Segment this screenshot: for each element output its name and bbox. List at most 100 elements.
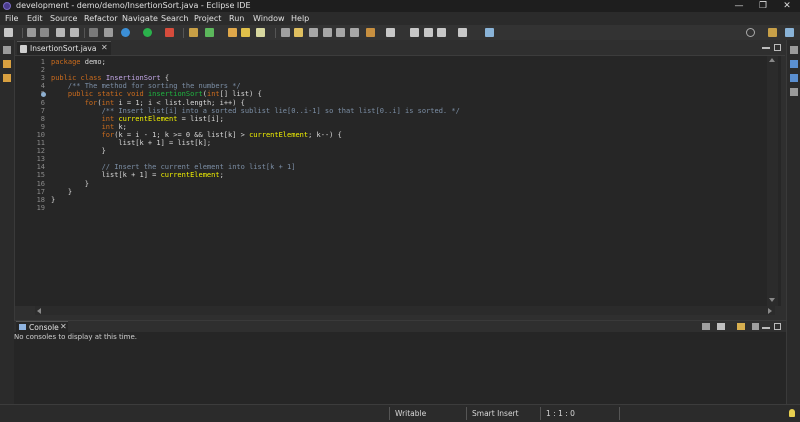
close-console-icon[interactable]: ✕ bbox=[60, 322, 67, 331]
minimize-editor-icon[interactable] bbox=[762, 47, 770, 49]
new-icon[interactable] bbox=[4, 28, 13, 37]
editor-horizontal-scrollbar[interactable] bbox=[35, 306, 775, 315]
menu-refactor[interactable]: Refactor bbox=[84, 14, 118, 23]
code-line[interactable]: list[k + 1] = list[k]; bbox=[51, 139, 211, 147]
code-line[interactable]: /** The method for sorting the numbers *… bbox=[51, 82, 241, 90]
scroll-down-icon[interactable] bbox=[769, 298, 775, 302]
menu-source[interactable]: Source bbox=[50, 14, 77, 23]
console-view[interactable]: No consoles to display at this time. bbox=[14, 332, 786, 404]
code-line[interactable]: int currentElement = list[i]; bbox=[51, 115, 224, 123]
status-insert-mode[interactable]: Smart Insert bbox=[472, 409, 519, 418]
tab-insertionsort-java[interactable]: InsertionSort.java ✕ bbox=[17, 41, 111, 55]
previous-annotation-icon[interactable] bbox=[386, 28, 395, 37]
scroll-up-icon[interactable] bbox=[769, 58, 775, 62]
code-line[interactable]: } bbox=[51, 188, 72, 196]
run-icon[interactable] bbox=[143, 28, 152, 37]
debug-icon[interactable] bbox=[121, 28, 130, 37]
redo-icon[interactable] bbox=[70, 28, 79, 37]
display-console-icon[interactable] bbox=[702, 323, 710, 330]
line-number: 6 bbox=[40, 98, 45, 107]
show-whitespace-icon[interactable] bbox=[336, 28, 345, 37]
code-line[interactable]: public class InsertionSort { bbox=[51, 74, 169, 82]
type-hierarchy-icon[interactable] bbox=[3, 74, 11, 82]
menu-edit[interactable]: Edit bbox=[27, 14, 43, 23]
save-all-icon[interactable] bbox=[40, 28, 49, 37]
next-annotation-icon[interactable] bbox=[366, 28, 375, 37]
title-bar: development - demo/demo/InsertionSort.ja… bbox=[0, 0, 800, 12]
open-type-icon[interactable] bbox=[228, 28, 237, 37]
word-wrap-icon[interactable] bbox=[323, 28, 332, 37]
minimize-console-icon[interactable] bbox=[762, 327, 770, 329]
main-toolbar bbox=[0, 25, 800, 40]
maximize-editor-icon[interactable] bbox=[774, 44, 781, 51]
new-java-project-icon[interactable] bbox=[189, 28, 198, 37]
code-line[interactable]: for(int i = 1; i < list.length; i++) { bbox=[51, 99, 245, 107]
code-line[interactable]: for(k = i - 1; k >= 0 && list[k] > curre… bbox=[51, 131, 342, 139]
outline-icon[interactable] bbox=[790, 60, 798, 68]
pin-editor-icon[interactable] bbox=[458, 28, 467, 37]
block-selection-icon[interactable] bbox=[309, 28, 318, 37]
status-separator bbox=[619, 407, 620, 420]
code-line[interactable]: /** Insert list[i] into a sorted sublist… bbox=[51, 107, 460, 115]
close-button[interactable]: ✕ bbox=[776, 0, 798, 12]
code-line[interactable]: public static void insertionSort(int[] l… bbox=[51, 90, 262, 98]
menu-search[interactable]: Search bbox=[161, 14, 188, 23]
search-icon[interactable] bbox=[746, 28, 755, 37]
view-menu-icon[interactable] bbox=[752, 323, 759, 330]
print-icon[interactable] bbox=[89, 28, 98, 37]
code-line[interactable]: // Insert the current element into list[… bbox=[51, 163, 296, 171]
code-line[interactable]: } bbox=[51, 180, 89, 188]
forward-icon[interactable] bbox=[437, 28, 446, 37]
menu-file[interactable]: File bbox=[5, 14, 18, 23]
paragraph-icon[interactable] bbox=[350, 28, 359, 37]
restore-view-icon[interactable] bbox=[3, 46, 11, 54]
problems-icon[interactable] bbox=[790, 88, 798, 96]
status-separator bbox=[466, 407, 467, 420]
scroll-left-icon[interactable] bbox=[37, 308, 41, 314]
debug-perspective-icon[interactable] bbox=[104, 28, 113, 37]
toggle-breadcrumb-icon[interactable] bbox=[281, 28, 290, 37]
code-line[interactable]: } bbox=[51, 147, 106, 155]
back-icon[interactable] bbox=[424, 28, 433, 37]
code-line[interactable]: package demo; bbox=[51, 58, 106, 66]
minimize-button[interactable]: — bbox=[728, 0, 750, 12]
menu-help[interactable]: Help bbox=[291, 14, 309, 23]
external-tools-icon[interactable] bbox=[165, 28, 174, 37]
code-line[interactable]: int k; bbox=[51, 123, 127, 131]
package-explorer-icon[interactable] bbox=[3, 60, 11, 68]
code-editor[interactable]: 12345678910111213141516171819 package de… bbox=[15, 56, 781, 306]
window-title: development - demo/demo/InsertionSort.ja… bbox=[16, 1, 251, 10]
terminal-icon[interactable] bbox=[485, 28, 494, 37]
search-tool-icon[interactable] bbox=[256, 28, 265, 37]
menu-run[interactable]: Run bbox=[229, 14, 244, 23]
task-list-icon[interactable] bbox=[790, 74, 798, 82]
line-number: 10 bbox=[36, 130, 45, 139]
scroll-right-icon[interactable] bbox=[768, 308, 772, 314]
code-line[interactable]: } bbox=[51, 196, 55, 204]
new-package-icon[interactable] bbox=[205, 28, 214, 37]
menu-window[interactable]: Window bbox=[253, 14, 285, 23]
java-perspective-icon[interactable] bbox=[785, 28, 794, 37]
pin-console-icon[interactable] bbox=[717, 323, 725, 330]
last-edit-icon[interactable] bbox=[410, 28, 419, 37]
editor-vertical-scrollbar[interactable] bbox=[767, 56, 778, 306]
console-empty-message: No consoles to display at this time. bbox=[14, 333, 137, 341]
line-number: 1 bbox=[40, 58, 45, 66]
mark-occurrences-icon[interactable] bbox=[294, 28, 303, 37]
save-icon[interactable] bbox=[27, 28, 36, 37]
open-perspective-icon[interactable] bbox=[768, 28, 777, 37]
restore-view-icon[interactable] bbox=[790, 46, 798, 54]
tip-lightbulb-icon[interactable] bbox=[789, 409, 795, 417]
open-console-icon[interactable] bbox=[737, 323, 745, 330]
menu-project[interactable]: Project bbox=[194, 14, 221, 23]
close-tab-icon[interactable]: ✕ bbox=[101, 43, 108, 52]
undo-icon[interactable] bbox=[56, 28, 65, 37]
maximize-console-icon[interactable] bbox=[774, 323, 781, 330]
status-cursor-position[interactable]: 1 : 1 : 0 bbox=[546, 409, 575, 418]
status-separator bbox=[540, 407, 541, 420]
open-task-icon[interactable] bbox=[241, 28, 250, 37]
restore-button[interactable]: ❐ bbox=[752, 0, 774, 12]
line-number: 8 bbox=[40, 114, 45, 123]
code-line[interactable]: list[k + 1] = currentElement; bbox=[51, 171, 224, 179]
menu-navigate[interactable]: Navigate bbox=[122, 14, 158, 23]
